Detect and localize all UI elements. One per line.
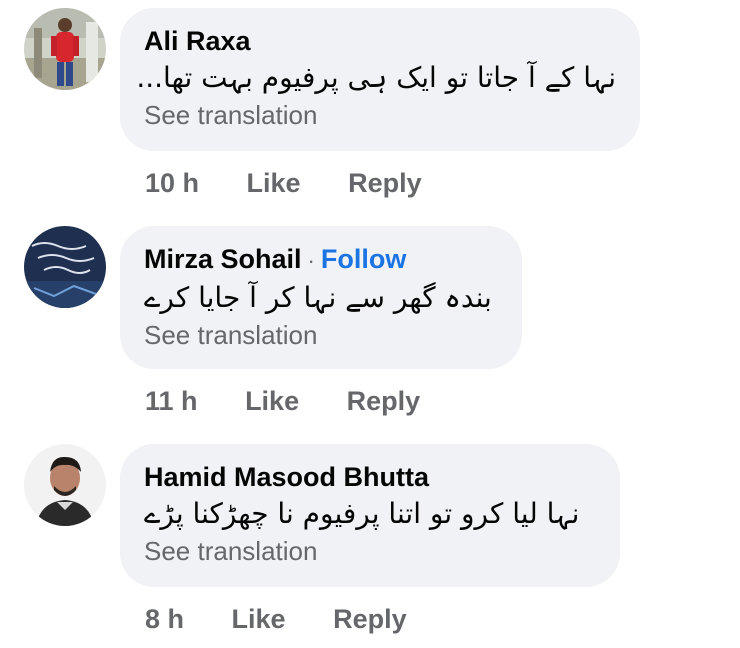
comment-timestamp[interactable]: 10 h (145, 168, 199, 199)
avatar[interactable] (24, 226, 106, 308)
comment-bubble: Ali Raxa نہا کے آ جاتا تو ایک ہی پرفیوم … (120, 8, 640, 151)
like-button[interactable]: Like (232, 604, 286, 635)
comment-author[interactable]: Hamid Masood Bhutta (144, 462, 429, 492)
comment-timestamp[interactable]: 11 h (145, 386, 198, 417)
separator-dot: · (307, 248, 315, 273)
comment-text: نہا کے آ جاتا تو ایک ہی پرفیوم بہت تھا..… (136, 61, 616, 94)
poetry-image-avatar-icon (24, 226, 106, 308)
comment-author-row: Mirza Sohail · Follow (144, 242, 498, 278)
comment-bubble: Mirza Sohail · Follow بندہ گھر سے نہا کر آ… (120, 226, 522, 369)
reply-button[interactable]: Reply (333, 604, 407, 635)
comment-author[interactable]: Mirza Sohail (144, 244, 302, 274)
comment-author[interactable]: Ali Raxa (144, 26, 251, 56)
comment-actions: 10 h Like Reply (145, 168, 462, 199)
comment-actions: 8 h Like Reply (145, 604, 447, 635)
comment-timestamp[interactable]: 8 h (145, 604, 184, 635)
comment-author-row: Ali Raxa (144, 24, 616, 58)
person-avatar-icon (24, 8, 106, 90)
comment-bubble: Hamid Masood Bhutta نہا لیا کرو تو اتنا … (120, 444, 620, 587)
see-translation-link[interactable]: See translation (144, 318, 498, 352)
comment-author-row: Hamid Masood Bhutta (144, 460, 596, 494)
man-portrait-avatar-icon (24, 444, 106, 526)
see-translation-link[interactable]: See translation (144, 98, 616, 132)
see-translation-link[interactable]: See translation (144, 534, 596, 568)
like-button[interactable]: Like (247, 168, 301, 199)
avatar[interactable] (24, 444, 106, 526)
comment-actions: 11 h Like Reply (145, 386, 460, 417)
like-button[interactable]: Like (245, 386, 299, 417)
reply-button[interactable]: Reply (347, 386, 421, 417)
follow-button[interactable]: Follow (321, 244, 406, 274)
reply-button[interactable]: Reply (348, 168, 422, 199)
comment-text: بندہ گھر سے نہا کر آ جایا کرے (144, 281, 492, 314)
avatar[interactable] (24, 8, 106, 90)
comment-text: نہا لیا کرو تو اتنا پرفیوم نا چھڑکنا پڑے (144, 497, 580, 530)
